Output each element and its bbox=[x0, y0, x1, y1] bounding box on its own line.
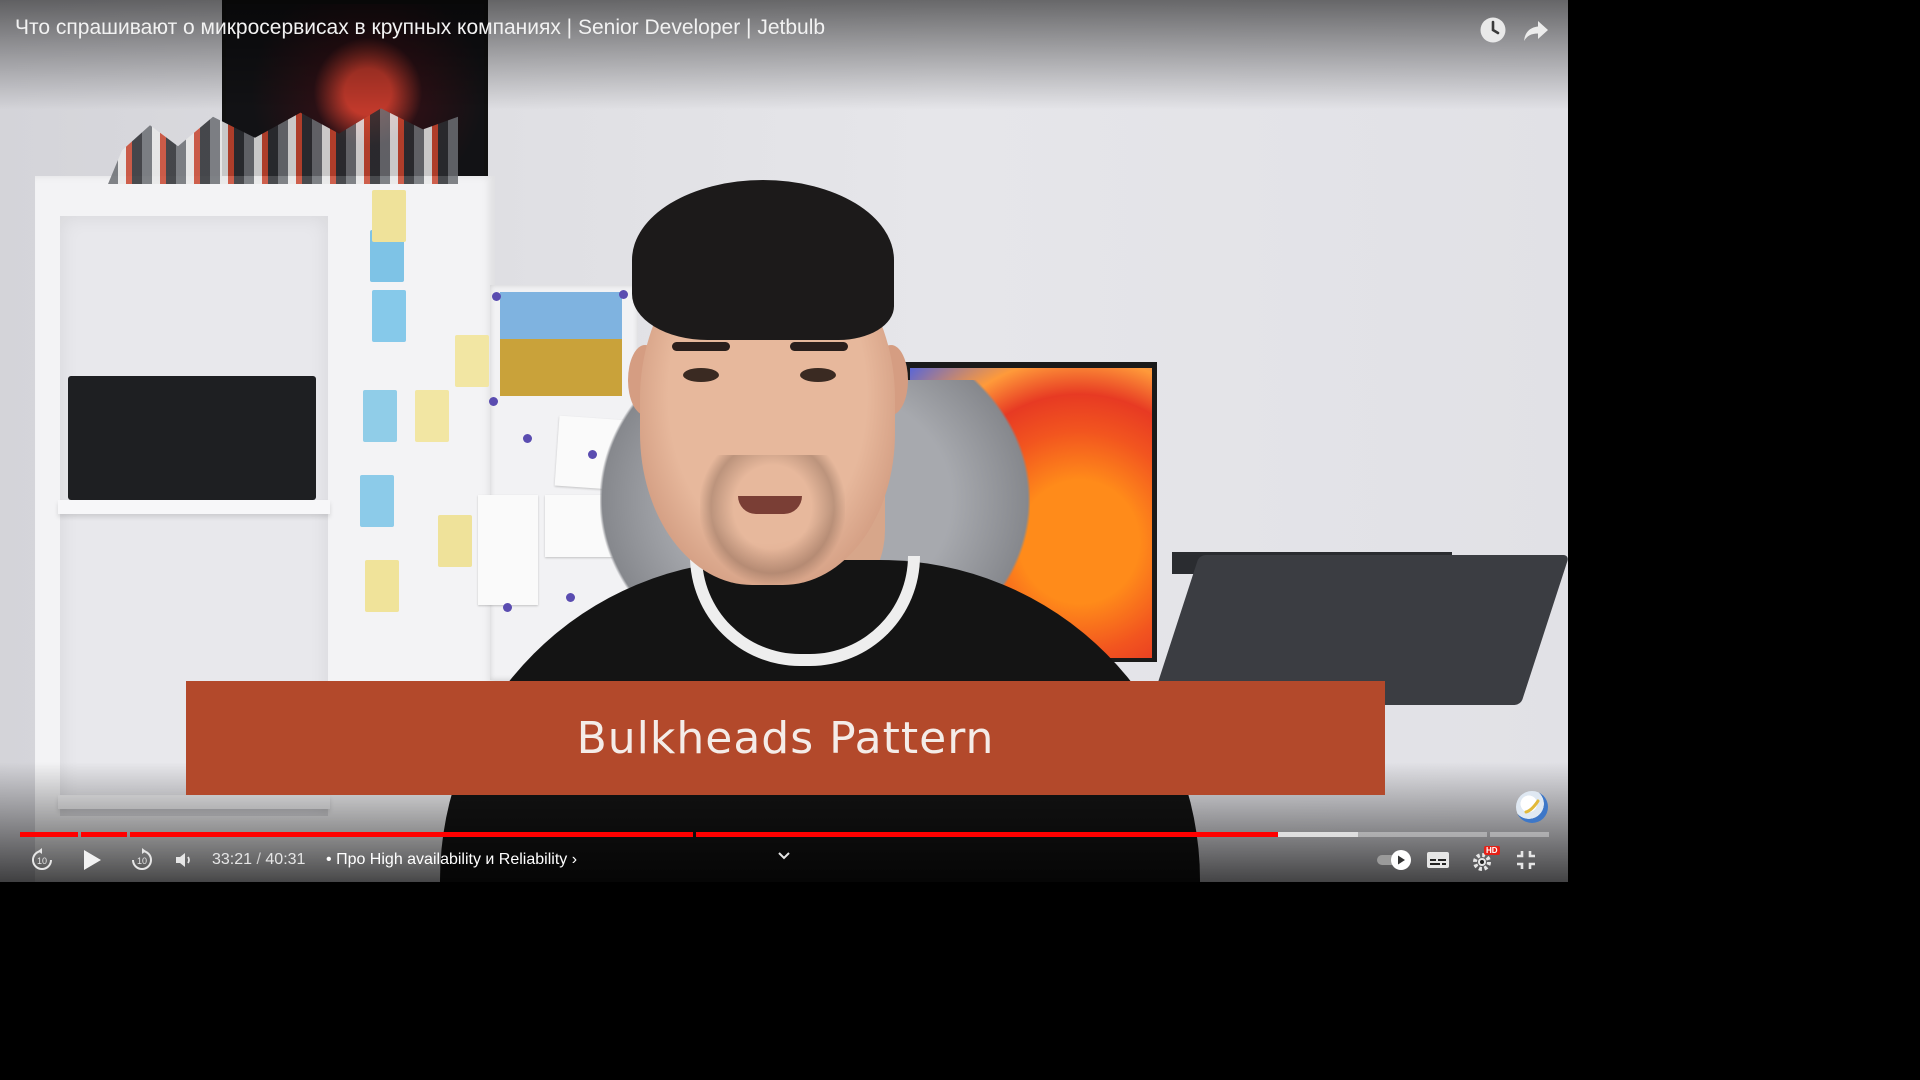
banner-title: Bulkheads Pattern bbox=[576, 712, 995, 764]
sticky-note bbox=[455, 335, 489, 387]
push-pin bbox=[503, 603, 512, 612]
hd-badge: HD bbox=[1484, 846, 1500, 855]
presenter-beard bbox=[700, 455, 845, 585]
channel-watermark[interactable] bbox=[1516, 791, 1548, 823]
push-pin bbox=[619, 290, 628, 299]
chevron-right-icon: › bbox=[571, 851, 578, 868]
exit-fullscreen-icon bbox=[1517, 851, 1535, 869]
chapter-bullet: • bbox=[326, 851, 332, 868]
chapter-segment[interactable] bbox=[20, 832, 78, 837]
storage-box bbox=[68, 376, 316, 500]
expand-details-button[interactable] bbox=[772, 840, 796, 872]
subtitles-button[interactable] bbox=[1424, 844, 1452, 876]
play-icon bbox=[84, 850, 101, 870]
presenter-eye bbox=[683, 368, 719, 382]
sticky-note bbox=[438, 515, 472, 567]
chevron-down-icon bbox=[778, 852, 790, 860]
time-display: 33:21 / 40:31 bbox=[212, 851, 305, 869]
sticky-note bbox=[360, 475, 394, 527]
video-title[interactable]: Что спрашивают о микросервисах в крупных… bbox=[15, 16, 825, 40]
presenter-eye bbox=[800, 368, 836, 382]
progress-bar[interactable] bbox=[20, 832, 1549, 837]
svg-text:10: 10 bbox=[37, 856, 47, 866]
svg-text:10: 10 bbox=[137, 856, 147, 866]
push-pin bbox=[489, 397, 498, 406]
share-arrow-icon bbox=[1524, 21, 1548, 41]
watch-later-button[interactable] bbox=[1477, 14, 1509, 46]
sticky-note bbox=[372, 190, 406, 242]
play-button[interactable] bbox=[76, 844, 108, 876]
presenter-brow bbox=[790, 342, 848, 351]
current-time: 33:21 bbox=[212, 851, 253, 868]
sticky-note bbox=[415, 390, 449, 442]
exit-fullscreen-button[interactable] bbox=[1512, 844, 1540, 876]
push-pin bbox=[492, 292, 501, 301]
forward-10-icon: 10 bbox=[132, 848, 152, 870]
time-separator: / bbox=[252, 851, 266, 868]
share-button[interactable] bbox=[1520, 14, 1552, 46]
autoplay-toggle-icon bbox=[1377, 850, 1411, 870]
chapter-segment[interactable] bbox=[696, 832, 1487, 837]
chapter-segment[interactable] bbox=[81, 832, 127, 837]
chapter-segment[interactable] bbox=[130, 832, 693, 837]
forward-10-button[interactable]: 10 bbox=[126, 844, 158, 876]
mute-button[interactable] bbox=[172, 844, 196, 876]
presenter-brow bbox=[672, 342, 730, 351]
duration: 40:31 bbox=[265, 851, 306, 868]
clock-icon bbox=[1480, 17, 1506, 43]
presenter-mouth bbox=[738, 496, 802, 514]
player-controls: 10 10 33:21 / 40:31 • Про High availabil… bbox=[0, 840, 1568, 882]
presenter-hair bbox=[632, 180, 894, 340]
settings-button[interactable]: HD bbox=[1468, 844, 1502, 876]
subtitles-icon bbox=[1427, 852, 1449, 868]
sticky-note bbox=[372, 290, 406, 342]
push-pin bbox=[523, 434, 532, 443]
chapter-title-button[interactable]: • Про High availability и Reliability › bbox=[326, 851, 577, 869]
rewind-10-icon: 10 bbox=[32, 848, 52, 870]
autoplay-toggle[interactable] bbox=[1374, 844, 1414, 876]
chapter-segment[interactable] bbox=[1490, 832, 1549, 837]
sticky-note bbox=[365, 560, 399, 612]
shelf-board bbox=[58, 500, 330, 514]
channel-logo-icon bbox=[1524, 799, 1540, 814]
chapter-title: Про High availability и Reliability bbox=[336, 851, 568, 868]
push-pin bbox=[566, 593, 575, 602]
rewind-10-button[interactable]: 10 bbox=[26, 844, 58, 876]
pinned-paper bbox=[478, 495, 538, 605]
lower-third-banner: Bulkheads Pattern bbox=[186, 681, 1385, 795]
push-pin bbox=[588, 450, 597, 459]
video-player[interactable]: Bulkheads Pattern Что спрашивают о микро… bbox=[0, 0, 1568, 882]
volume-icon bbox=[176, 853, 190, 867]
sticky-note bbox=[363, 390, 397, 442]
